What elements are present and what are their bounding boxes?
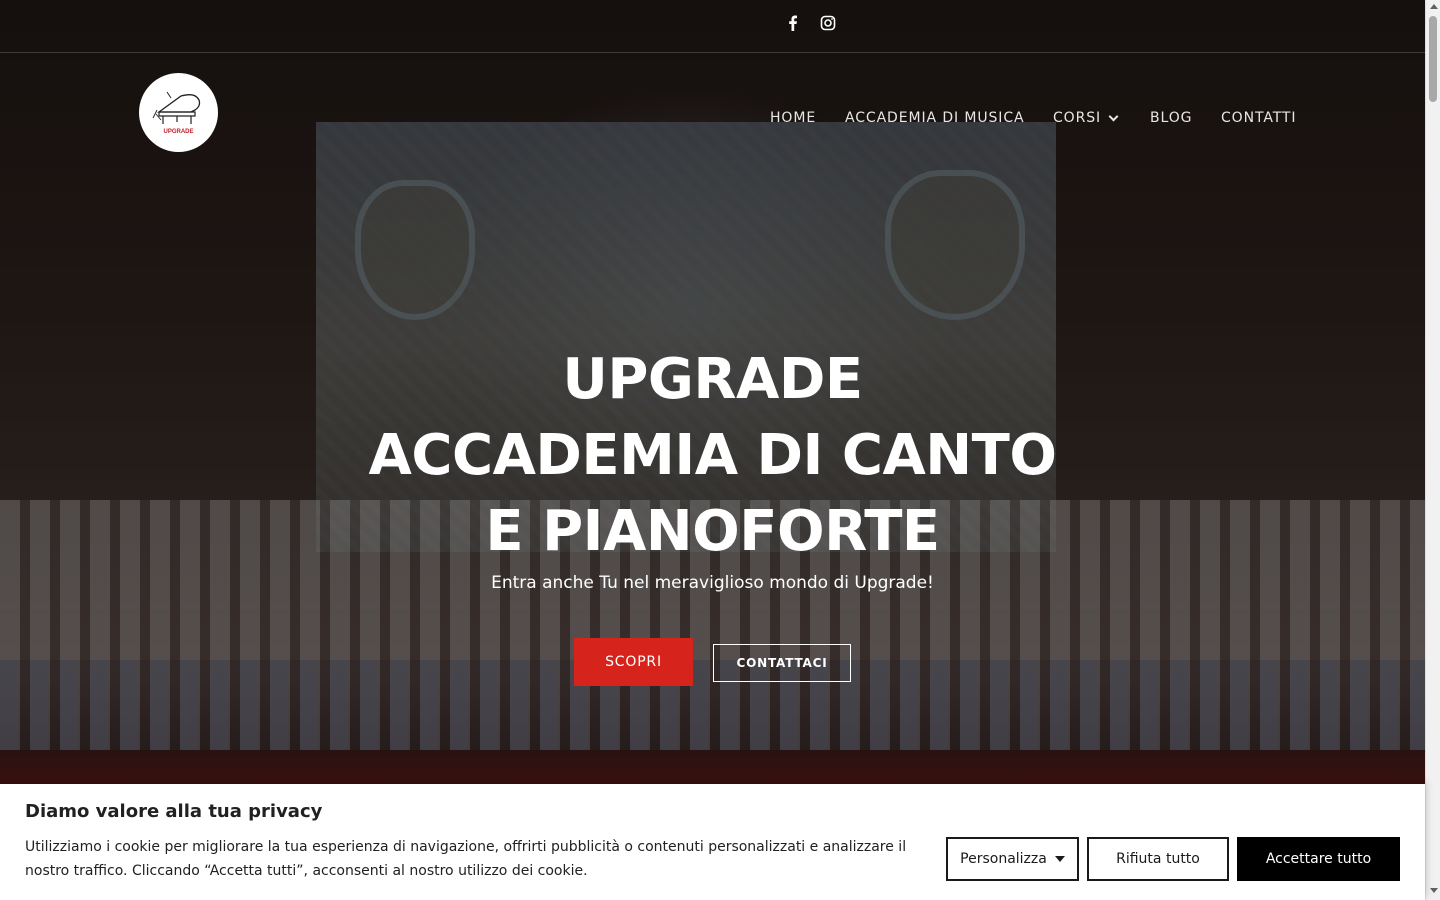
nav-item-home[interactable]: HOME (770, 110, 816, 126)
cookie-text: Utilizziamo i cookie per migliorare la t… (25, 839, 907, 879)
facebook-link[interactable] (782, 14, 804, 36)
instagram-link[interactable] (817, 14, 839, 36)
scroll-up-arrow-icon[interactable] (1430, 4, 1438, 9)
top-bar (0, 0, 1425, 53)
cookie-banner: Diamo valore alla tua privacy Utilizziam… (0, 784, 1425, 900)
main-nav: HOME (770, 109, 816, 127)
hero-section: UPGRADE HOME ACCADEMIA DI MUSICA CORSI B… (0, 0, 1425, 900)
hero-title-line-2: ACCADEMIA DI CANTO (368, 423, 1057, 488)
site-logo[interactable]: UPGRADE (139, 73, 218, 152)
nav-item-blog[interactable]: BLOG (1150, 110, 1192, 126)
page-scrollbar[interactable] (1425, 0, 1440, 900)
main-nav-accademia: ACCADEMIA DI MUSICA (845, 109, 1024, 127)
scopri-button[interactable]: SCOPRI (574, 638, 693, 686)
cookie-title: Diamo valore alla tua privacy (25, 801, 323, 822)
logo-text: UPGRADE (163, 129, 194, 135)
chevron-down-icon (1108, 111, 1119, 121)
nav-item-corsi[interactable]: CORSI (1053, 110, 1119, 126)
scrollbar-thumb[interactable] (1429, 16, 1437, 102)
contattaci-button[interactable]: CONTATTACI (713, 644, 851, 682)
caret-down-icon (1054, 856, 1065, 862)
nav-item-accademia[interactable]: ACCADEMIA DI MUSICA (845, 110, 1024, 126)
customize-label: Personalizza (960, 851, 1047, 867)
reject-all-button[interactable]: Rifiuta tutto (1087, 837, 1229, 881)
hero-title-line-1: UPGRADE (562, 347, 863, 412)
nav-item-corsi-label: CORSI (1053, 110, 1102, 126)
main-nav-blog: BLOG (1150, 109, 1192, 127)
piano-logo-icon (152, 91, 200, 124)
main-nav-contatti: CONTATTI (1221, 109, 1296, 127)
accept-all-button[interactable]: Accettare tutto (1237, 837, 1400, 881)
scroll-down-arrow-icon[interactable] (1430, 888, 1438, 893)
main-nav-corsi: CORSI (1053, 109, 1119, 127)
hero-title-line-3: E PIANOFORTE (485, 499, 940, 564)
customize-button[interactable]: Personalizza (946, 837, 1079, 881)
hero-subtitle: Entra anche Tu nel meraviglioso mondo di… (491, 573, 934, 593)
facebook-icon (785, 15, 801, 35)
nav-item-contatti[interactable]: CONTATTI (1221, 110, 1296, 126)
instagram-icon (820, 15, 836, 35)
